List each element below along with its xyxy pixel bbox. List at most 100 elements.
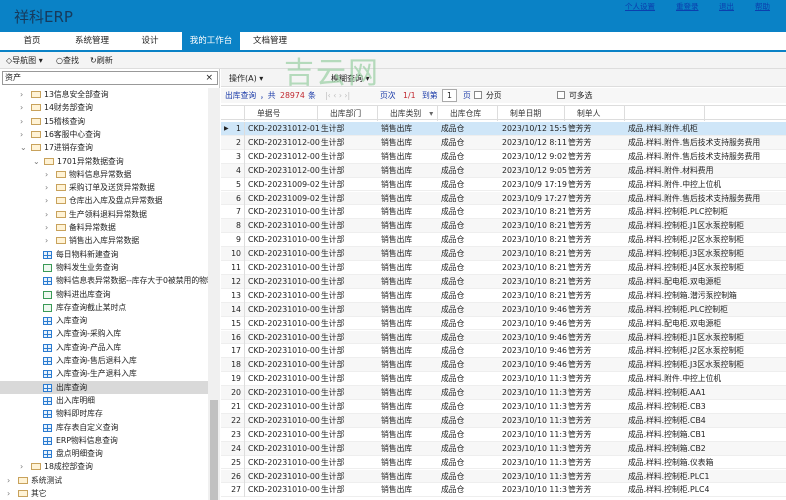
tree-item[interactable]: 库存表自定义查询 bbox=[0, 421, 208, 434]
tab-home[interactable]: 首页 bbox=[8, 32, 56, 50]
table-row[interactable]: 10 CKD-20231010-001 生计部 销售出库 成品仓 2023/10/10 8… bbox=[221, 247, 786, 261]
table-row[interactable]: 24 CKD-20231010-008 生计部 销售出库 成品仓 2023/10/10 1… bbox=[221, 441, 786, 456]
help-link[interactable]: 帮助 bbox=[755, 1, 770, 12]
chevron-right-icon[interactable]: › bbox=[45, 194, 48, 207]
table-row[interactable]: 9 CKD-20231010-001 生计部 销售出库 成品仓 2023/10/10 8:… bbox=[221, 233, 786, 248]
tree-item[interactable]: 入库查询-生产退料入库 bbox=[0, 367, 208, 380]
refresh-button[interactable]: ↻刷新 bbox=[90, 55, 113, 66]
table-row[interactable]: 19 CKD-20231010-008 生计部 销售出库 成品仓 2023/10/10 1… bbox=[221, 372, 786, 387]
tree-item[interactable]: 盘点明细查询 bbox=[0, 447, 208, 460]
tree-item[interactable]: › 系统测试 bbox=[0, 474, 208, 487]
chevron-right-icon[interactable]: › bbox=[45, 221, 48, 234]
paging-checkbox[interactable] bbox=[474, 91, 482, 99]
chevron-right-icon[interactable]: › bbox=[45, 181, 48, 194]
page-number-input[interactable]: 1 bbox=[442, 89, 457, 102]
table-row[interactable]: 27 CKD-20231010-008 生计部 销售出库 成品仓 2023/10/10 1… bbox=[221, 483, 786, 498]
tree-item[interactable]: 物料发生业务查询 bbox=[0, 261, 208, 274]
chevron-right-icon[interactable]: › bbox=[20, 115, 23, 128]
tree-item[interactable]: › 16客服中心查询 bbox=[0, 128, 208, 141]
tree-scrollbar-thumb[interactable] bbox=[210, 400, 218, 500]
tree-item[interactable]: 物料信息表异常数据--库存大于0被禁用的物料 bbox=[0, 274, 215, 287]
tree-item[interactable]: › 销售出入库异常数据 bbox=[0, 234, 208, 247]
table-row[interactable]: 5 CKD-20231009-023 生计部 销售出库 成品仓 2023/10/9 17:… bbox=[221, 177, 786, 192]
chevron-right-icon[interactable]: › bbox=[45, 168, 48, 181]
find-button[interactable]: ○查找 bbox=[56, 55, 79, 66]
chevron-right-icon[interactable]: › bbox=[7, 474, 10, 487]
tree-item[interactable]: 物料进出库查询 bbox=[0, 288, 208, 301]
relogin-link[interactable]: 重登录 bbox=[676, 1, 699, 12]
chevron-right-icon[interactable]: › bbox=[7, 487, 10, 500]
tree-item[interactable]: › 14财务部查询 bbox=[0, 101, 208, 114]
multi-select-checkbox[interactable] bbox=[557, 91, 565, 99]
tree-item[interactable]: 每日物料新建查询 bbox=[0, 248, 208, 261]
tree-item[interactable]: › 18成控部查询 bbox=[0, 460, 208, 473]
col-type[interactable]: 出库类别 ▾ bbox=[378, 106, 438, 121]
tree-item[interactable]: ⌄ 17进销存查询 bbox=[0, 141, 208, 154]
table-row[interactable]: 13 CKD-20231010-001 生计部 销售出库 成品仓 2023/10/10 8… bbox=[221, 288, 786, 303]
personal-settings-link[interactable]: 个人设置 bbox=[625, 1, 655, 12]
tree-item[interactable]: › 生产领料退料异常数据 bbox=[0, 208, 208, 221]
table-row[interactable]: ▶ 1 CKD-20231012-017 生计部 销售出库 成品仓 2023/10/12 1… bbox=[221, 122, 786, 136]
chevron-down-icon[interactable]: ⌄ bbox=[20, 141, 27, 154]
tree-item-label: ERP物料信息查询 bbox=[56, 435, 118, 445]
action-menu-button[interactable]: 操作(A) ▾ bbox=[229, 73, 263, 84]
navigator-button[interactable]: ◇导航图 ▾ bbox=[6, 55, 43, 66]
tree-item[interactable]: › 其它 bbox=[0, 487, 208, 500]
clear-icon[interactable]: × bbox=[205, 72, 213, 84]
tree-item[interactable]: › 采购订单及送货异常数据 bbox=[0, 181, 208, 194]
table-row[interactable]: 20 CKD-20231010-008 生计部 销售出库 成品仓 2023/10/10 1… bbox=[221, 386, 786, 400]
tree-item[interactable]: 库存查询截止某时点 bbox=[0, 301, 208, 314]
tab-system-management[interactable]: 系统管理 bbox=[62, 32, 122, 50]
tree-item[interactable]: › 仓库出入库及盘点异常数据 bbox=[0, 194, 208, 207]
logout-link[interactable]: 退出 bbox=[719, 1, 734, 12]
chevron-right-icon[interactable]: › bbox=[20, 88, 23, 101]
col-doc-no[interactable]: 单据号 bbox=[245, 106, 318, 121]
tree-item[interactable]: › 备料异常数据 bbox=[0, 221, 208, 234]
tree-item[interactable]: 入库查询-售后退料入库 bbox=[0, 354, 208, 367]
col-date[interactable]: 制单日期 bbox=[498, 106, 565, 121]
tree-item[interactable]: 入库查询 bbox=[0, 314, 208, 327]
table-row[interactable]: 17 CKD-20231010-004 生计部 销售出库 成品仓 2023/10/10 9… bbox=[221, 344, 786, 359]
tree-item[interactable]: 入库查询-产品入库 bbox=[0, 341, 208, 354]
table-row[interactable]: 15 CKD-20231010-004 生计部 销售出库 成品仓 2023/10/10 9… bbox=[221, 316, 786, 331]
table-row[interactable]: 11 CKD-20231010-001 生计部 销售出库 成品仓 2023/10/10 8… bbox=[221, 261, 786, 275]
table-row[interactable]: 21 CKD-20231010-008 生计部 销售出库 成品仓 2023/10/10 1… bbox=[221, 400, 786, 414]
table-row[interactable]: 23 CKD-20231010-008 生计部 销售出库 成品仓 2023/10/10 1… bbox=[221, 427, 786, 442]
tab-design[interactable]: 设计 bbox=[130, 32, 170, 50]
table-row[interactable]: 8 CKD-20231010-001 生计部 销售出库 成品仓 2023/10/10 8:… bbox=[221, 219, 786, 234]
table-row[interactable]: 7 CKD-20231010-001 生计部 销售出库 成品仓 2023/10/10 8:… bbox=[221, 205, 786, 220]
chevron-down-icon[interactable]: ⌄ bbox=[33, 155, 40, 168]
table-row[interactable]: 14 CKD-20231010-004 生计部 销售出库 成品仓 2023/10/10 9… bbox=[221, 302, 786, 317]
table-row[interactable]: 2 CKD-20231012-001 生计部 销售出库 成品仓 2023/10/12 8:… bbox=[221, 135, 786, 150]
tree-item[interactable]: 物料即时库存 bbox=[0, 407, 208, 420]
col-dept[interactable]: 出库部门 bbox=[318, 106, 378, 121]
table-row[interactable]: 26 CKD-20231010-008 生计部 销售出库 成品仓 2023/10/10 1… bbox=[221, 469, 786, 484]
table-row[interactable]: 22 CKD-20231010-008 生计部 销售出库 成品仓 2023/10/10 1… bbox=[221, 413, 786, 428]
tree-item[interactable]: › 15稽核查询 bbox=[0, 115, 208, 128]
table-row[interactable]: 3 CKD-20231012-004 生计部 销售出库 成品仓 2023/10/12 9:… bbox=[221, 149, 786, 164]
tree-item[interactable]: › 物料信息异常数据 bbox=[0, 168, 208, 181]
tree-item[interactable]: 出入库明细 bbox=[0, 394, 208, 407]
table-row[interactable]: 12 CKD-20231010-001 生计部 销售出库 成品仓 2023/10/10 8… bbox=[221, 274, 786, 289]
col-warehouse[interactable]: 出库仓库 bbox=[438, 106, 498, 121]
table-row[interactable]: 16 CKD-20231010-004 生计部 销售出库 成品仓 2023/10/10 9… bbox=[221, 330, 786, 345]
col-creator[interactable]: 制单人 bbox=[565, 106, 625, 121]
chevron-right-icon[interactable]: › bbox=[45, 208, 48, 221]
tree-item[interactable]: 出库查询 bbox=[0, 380, 208, 394]
tree-item[interactable]: › 13信息安全部查询 bbox=[0, 88, 208, 101]
table-row[interactable]: 6 CKD-20231009-025 生计部 销售出库 成品仓 2023/10/9 17:… bbox=[221, 191, 786, 206]
tree-item[interactable]: ERP物料信息查询 bbox=[0, 434, 208, 447]
chevron-right-icon[interactable]: › bbox=[45, 234, 48, 247]
tree-search-input[interactable]: 资产 × bbox=[2, 71, 218, 85]
table-row[interactable]: 25 CKD-20231010-008 生计部 销售出库 成品仓 2023/10/10 1… bbox=[221, 455, 786, 470]
table-row[interactable]: 4 CKD-20231012-006 生计部 销售出库 成品仓 2023/10/12 9:… bbox=[221, 163, 786, 178]
chevron-right-icon[interactable]: › bbox=[20, 101, 23, 114]
tree-item[interactable]: 入库查询-采购入库 bbox=[0, 327, 208, 340]
table-row[interactable]: 18 CKD-20231010-004 生计部 销售出库 成品仓 2023/10/10 9… bbox=[221, 358, 786, 373]
tab-my-workbench[interactable]: 我的工作台 bbox=[182, 32, 240, 50]
col-description[interactable] bbox=[625, 106, 705, 121]
tree-item[interactable]: ⌄ 1701异常数据查询 bbox=[0, 155, 208, 168]
chevron-right-icon[interactable]: › bbox=[20, 460, 23, 473]
filter-icon[interactable]: ▾ bbox=[429, 109, 433, 118]
chevron-right-icon[interactable]: › bbox=[20, 128, 23, 141]
